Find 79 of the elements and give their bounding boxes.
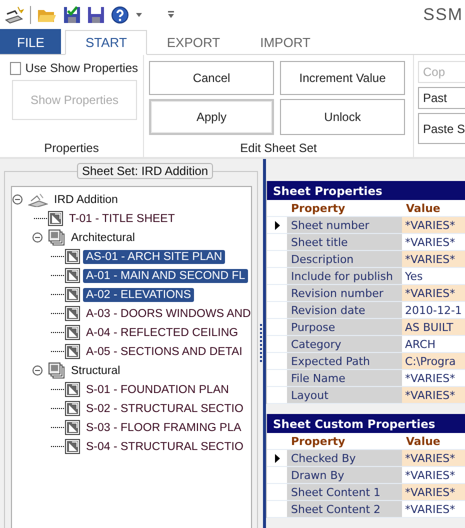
collapse-icon[interactable] [12,194,23,205]
tree-item[interactable]: S-03 - FLOOR FRAMING PLA [83,420,244,434]
collapse-icon[interactable] [32,365,43,376]
tree-item[interactable]: Structural [68,364,124,378]
property-name: Description [287,251,402,267]
ribbon-tab[interactable]: EXPORT [146,29,240,54]
window-title: SSM [423,5,463,25]
property-value[interactable]: *VARIES* [402,285,465,301]
ribbon-tab[interactable]: START [65,30,147,55]
save-check-icon[interactable] [63,6,81,24]
property-name: Sheet Content 2 [287,501,402,517]
grid-title: Sheet Custom Properties [267,414,465,433]
ribbon-button[interactable]: Cancel [149,61,274,95]
tree-item[interactable]: IRD Addition [51,192,121,206]
property-name: Sheet title [287,234,402,250]
property-name: Category [287,336,402,352]
property-name: Drawn By [287,467,402,483]
sheet-icon [48,211,63,226]
sheet-icon [65,420,80,435]
ribbon-tab[interactable]: IMPORT [240,29,330,54]
tree-item[interactable]: S-02 - STRUCTURAL SECTIO [83,402,246,416]
tree-item[interactable]: A-02 - ELEVATIONS [83,288,194,302]
ribbon-button[interactable]: Unlock [280,99,405,135]
collapse-icon[interactable] [32,232,43,243]
panel-title: Sheet Set: IRD Addition [77,163,214,179]
group-label: Edit Sheet Set [239,141,318,155]
tree-item[interactable]: AS-01 - ARCH SITE PLAN [83,250,226,264]
property-name: Expected Path [287,353,402,369]
splitter-handle[interactable] [258,159,266,528]
file-tab[interactable]: FILE [0,29,62,54]
app-icon[interactable] [4,6,24,24]
property-value[interactable]: C:\Progra [402,353,465,369]
grip-icon [258,324,262,364]
tree-item[interactable]: A-01 - MAIN AND SECOND FL [83,268,248,282]
subset-icon [48,362,65,379]
sheet-icon [65,382,80,397]
property-name: Purpose [287,319,402,335]
tree-item[interactable]: A-03 - DOORS WINDOWS AND [83,306,251,320]
property-value[interactable]: *VARIES* [402,217,465,233]
property-name: Checked By [287,450,402,466]
save-icon[interactable] [87,6,105,24]
subset-icon [48,229,65,246]
property-value[interactable]: *VARIES* [402,484,465,500]
sheet-icon [65,344,80,359]
tree-item[interactable]: Architectural [68,230,138,244]
property-name: Include for publish [287,268,402,284]
ribbon-button[interactable]: Apply [149,99,274,135]
property-name: Revision number [287,285,402,301]
sheet-icon [65,268,80,283]
property-value[interactable]: *VARIES* [402,450,465,466]
sheet-icon [65,287,80,302]
caret-icon[interactable] [135,12,143,18]
grid-title: Sheet Properties [267,181,465,200]
property-value[interactable]: *VARIES* [402,251,465,267]
property-value[interactable]: *VARIES* [402,387,465,403]
property-name: Layout [287,387,402,403]
tree-item[interactable]: T-01 - TITLE SHEET [66,212,178,226]
use-show-properties-checkbox[interactable]: Use Show Properties [10,61,138,75]
sheet-icon [65,401,80,416]
property-name: Sheet Content 1 [287,484,402,500]
tree-item[interactable]: A-04 - REFLECTED CEILING [83,326,242,340]
property-name: File Name [287,370,402,386]
sheet-icon [65,306,80,321]
property-name: Revision date [287,302,402,318]
ribbon-button[interactable]: Paste S [418,113,465,144]
help-icon[interactable] [111,6,129,24]
tree-item[interactable]: S-01 - FOUNDATION PLAN [83,382,232,396]
ribbon-button[interactable]: Past [418,87,465,109]
tree-item[interactable]: A-05 - SECTIONS AND DETAI [83,344,246,358]
tree-item[interactable]: S-04 - STRUCTURAL SECTIO [83,440,246,454]
group-label: Properties [43,141,100,155]
customize-icon[interactable] [167,11,175,19]
sheet-icon [65,325,80,340]
ribbon-button[interactable]: Increment Value [280,61,405,95]
property-value[interactable]: AS BUILT [402,319,465,335]
sheet-set-icon [28,192,48,206]
sheet-icon [65,439,80,454]
property-name: Sheet number [287,217,402,233]
sheet-icon [65,249,80,264]
